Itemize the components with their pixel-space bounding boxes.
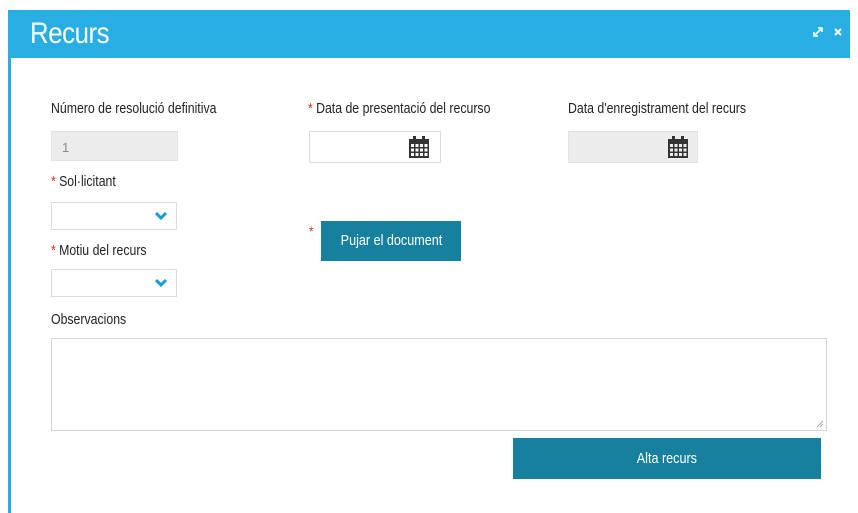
calendar-icon[interactable]	[408, 135, 430, 159]
motiu-select[interactable]	[51, 269, 177, 297]
required-mark: *	[308, 100, 313, 117]
required-mark: *	[51, 173, 56, 190]
numero-resolucio-label: Número de resolució definitiva	[51, 100, 217, 117]
sollicitant-select[interactable]	[51, 202, 177, 230]
chevron-down-icon	[154, 211, 168, 221]
motiu-label: * Motiu del recurs	[51, 242, 147, 259]
data-presentacio-field[interactable]	[309, 131, 441, 163]
pujar-document-label: Pujar el document	[340, 232, 442, 249]
expand-icon[interactable]	[812, 26, 824, 41]
required-mark: *	[51, 242, 56, 259]
observacions-textarea[interactable]	[51, 338, 827, 431]
observacions-label: Observacions	[51, 311, 127, 328]
pujar-document-button[interactable]: Pujar el document	[321, 221, 461, 261]
calendar-icon	[668, 136, 688, 158]
close-icon[interactable]	[833, 26, 843, 40]
data-enregistrament-field	[568, 131, 698, 163]
data-enregistrament-label: Data d'enregistrament del recurs	[568, 100, 747, 117]
sollicitant-label: * Sol·licitant	[51, 173, 116, 190]
data-presentacio-label: * Data de presentació del recurso	[308, 100, 490, 117]
alta-recurs-label: Alta recurs	[636, 450, 698, 467]
required-mark: *	[309, 223, 314, 239]
resize-grip-icon[interactable]	[816, 420, 824, 428]
data-presentacio-label-text: Data de presentació del recurso	[316, 100, 491, 117]
chevron-down-icon	[154, 278, 168, 288]
motiu-label-text: Motiu del recurs	[59, 242, 147, 259]
numero-resolucio-value: 1	[62, 140, 70, 155]
sollicitant-label-text: Sol·licitant	[59, 173, 116, 190]
pujar-required-mark: *	[309, 223, 317, 239]
dialog-titlebar: Recurs	[8, 10, 850, 58]
numero-resolucio-field: 1	[51, 131, 178, 161]
alta-recurs-button[interactable]: Alta recurs	[513, 438, 821, 479]
dialog-title: Recurs	[30, 17, 110, 50]
